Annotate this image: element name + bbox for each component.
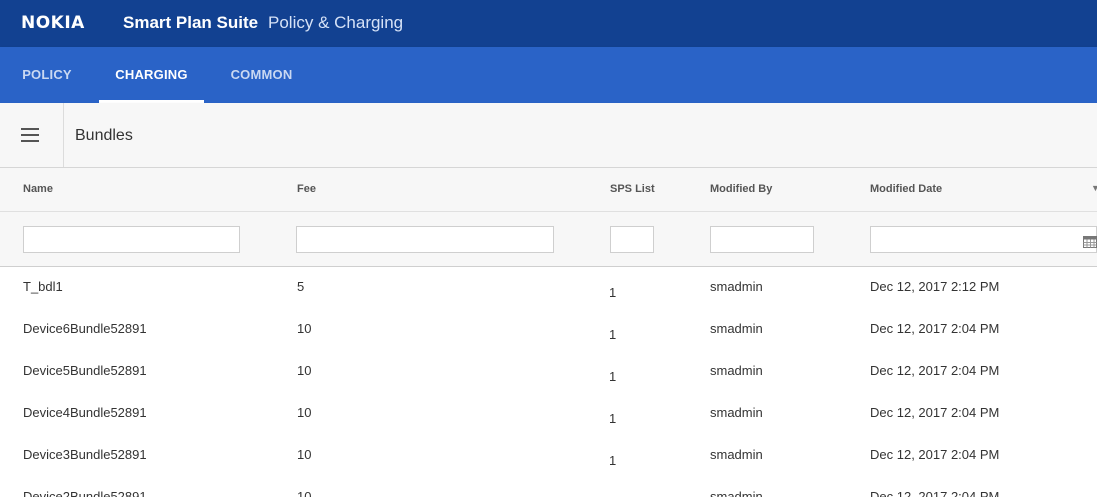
- cell-name[interactable]: T_bdl1: [23, 279, 63, 294]
- tab-label: COMMON: [230, 67, 293, 82]
- sps-list-filter-input[interactable]: [610, 226, 654, 253]
- nokia-logo: NOKIA: [21, 13, 85, 33]
- tab-common[interactable]: COMMON: [212, 47, 311, 103]
- page-header: Bundles: [0, 103, 1097, 168]
- column-header-modified-by[interactable]: Modified By: [710, 183, 772, 195]
- tab-label: CHARGING: [115, 67, 188, 82]
- column-header-name[interactable]: Name: [23, 183, 53, 195]
- cell-modified-by: smadmin: [710, 405, 763, 420]
- cell-fee: 10: [297, 489, 312, 497]
- cell-fee: 10: [297, 447, 312, 462]
- cell-sps-list: 1: [609, 453, 617, 468]
- table-row[interactable]: Device2Bundle52891 10 1 smadmin Dec 12, …: [0, 477, 1097, 497]
- cell-modified-by: smadmin: [710, 447, 763, 462]
- table-row[interactable]: Device5Bundle52891 10 1 smadmin Dec 12, …: [0, 351, 1097, 394]
- cell-modified-by: smadmin: [710, 279, 763, 294]
- cell-name[interactable]: Device2Bundle52891: [23, 489, 147, 497]
- module-title[interactable]: Policy & Charging: [268, 13, 403, 33]
- tab-label: POLICY: [22, 67, 72, 82]
- cell-name[interactable]: Device6Bundle52891: [23, 321, 147, 336]
- cell-fee: 10: [297, 321, 312, 336]
- cell-modified-date: Dec 12, 2017 2:04 PM: [870, 321, 1000, 336]
- name-filter-input[interactable]: [23, 226, 240, 253]
- column-header-fee[interactable]: Fee: [297, 183, 316, 195]
- calendar-icon[interactable]: [1083, 236, 1097, 248]
- modified-date-filter-input[interactable]: [870, 226, 1097, 253]
- column-header-sps-list[interactable]: SPS List: [610, 183, 655, 195]
- app-header: NOKIA Smart Plan Suite Policy & Charging: [0, 0, 1097, 47]
- cell-modified-by: smadmin: [710, 489, 763, 497]
- cell-sps-list: 1: [609, 411, 617, 426]
- table-row[interactable]: Device4Bundle52891 10 1 smadmin Dec 12, …: [0, 393, 1097, 436]
- table-row[interactable]: Device3Bundle52891 10 1 smadmin Dec 12, …: [0, 435, 1097, 478]
- filter-icon[interactable]: ▼: [1091, 183, 1097, 193]
- filter-row: [0, 212, 1097, 267]
- cell-fee: 5: [297, 279, 305, 294]
- cell-modified-date: Dec 12, 2017 2:04 PM: [870, 405, 1000, 420]
- main-tabs: POLICY CHARGING COMMON: [0, 47, 1097, 103]
- column-header-modified-date[interactable]: Modified Date: [870, 183, 942, 195]
- cell-sps-list: 1: [609, 327, 617, 342]
- table-row[interactable]: Device6Bundle52891 10 1 smadmin Dec 12, …: [0, 309, 1097, 352]
- table-header: Name Fee SPS List Modified By Modified D…: [0, 168, 1097, 212]
- page-title: Bundles: [75, 127, 133, 144]
- table-row[interactable]: T_bdl1 5 1 smadmin Dec 12, 2017 2:12 PM: [0, 267, 1097, 310]
- cell-name[interactable]: Device5Bundle52891: [23, 363, 147, 378]
- modified-by-filter-input[interactable]: [710, 226, 814, 253]
- cell-name[interactable]: Device3Bundle52891: [23, 447, 147, 462]
- fee-filter-input[interactable]: [296, 226, 554, 253]
- cell-modified-by: smadmin: [710, 363, 763, 378]
- cell-modified-date: Dec 12, 2017 2:04 PM: [870, 447, 1000, 462]
- cell-name[interactable]: Device4Bundle52891: [23, 405, 147, 420]
- hamburger-menu-icon[interactable]: [0, 103, 64, 167]
- cell-sps-list: 1: [609, 369, 617, 384]
- cell-modified-by: smadmin: [710, 321, 763, 336]
- cell-modified-date: Dec 12, 2017 2:12 PM: [870, 279, 1000, 294]
- cell-modified-date: Dec 12, 2017 2:04 PM: [870, 489, 1000, 497]
- tab-policy[interactable]: POLICY: [0, 47, 94, 103]
- cell-fee: 10: [297, 405, 312, 420]
- tab-charging[interactable]: CHARGING: [99, 47, 204, 103]
- suite-title[interactable]: Smart Plan Suite: [123, 13, 258, 33]
- cell-fee: 10: [297, 363, 312, 378]
- cell-sps-list: 1: [609, 285, 617, 300]
- cell-modified-date: Dec 12, 2017 2:04 PM: [870, 363, 1000, 378]
